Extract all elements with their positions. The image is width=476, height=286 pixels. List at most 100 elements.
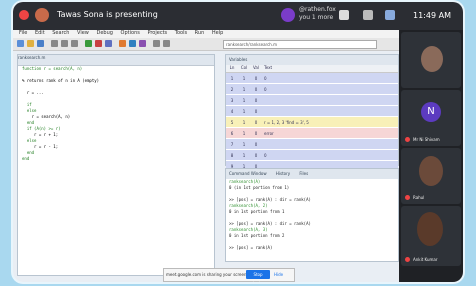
cell-col: 1 <box>242 86 246 92</box>
chat-sender-sub: you 1 more <box>299 14 334 21</box>
participant-tile[interactable]: Ankit Kumar <box>401 206 461 266</box>
cell-val: 0 <box>254 75 258 81</box>
new-file-icon[interactable] <box>17 40 24 47</box>
settings-icon[interactable] <box>163 40 170 47</box>
cell-val: 0 <box>254 119 258 125</box>
screen-share-bar: meet.google.com is sharing your screen S… <box>163 268 295 282</box>
cell-col: 1 <box>242 75 246 81</box>
editor-tab[interactable]: ranksearch.m <box>18 55 214 66</box>
chat-avatar-icon <box>281 8 295 22</box>
cell-col: 1 <box>242 108 246 114</box>
run-icon[interactable] <box>85 40 92 47</box>
clock-time: 11:49 AM <box>413 11 451 20</box>
participant-video <box>417 212 443 246</box>
cell-ln: 3 <box>230 97 234 103</box>
cell-ln: 8 <box>230 152 234 158</box>
copy-icon[interactable] <box>61 40 68 47</box>
tab-command-window[interactable]: Command Window <box>229 171 267 176</box>
code-editor[interactable]: ranksearch.m function r = search(A, n)% … <box>17 54 215 276</box>
microphone-off-icon[interactable] <box>19 10 29 20</box>
table-row[interactable]: 6 1 0 error <box>226 128 398 139</box>
step-icon[interactable] <box>105 40 112 47</box>
cell-ln: 1 <box>230 75 234 81</box>
profile-icon[interactable] <box>139 40 146 47</box>
table-row[interactable]: 8 1 00 <box>226 150 398 161</box>
col-header-text[interactable]: Text <box>262 65 398 72</box>
participants-panel: N Mr Ni Shivam Rahul Ankit Kumar <box>399 30 463 282</box>
table-row[interactable]: 7 1 0 <box>226 139 398 150</box>
menu-file[interactable]: File <box>19 30 27 36</box>
participant-tile[interactable]: Rahul <box>401 148 461 204</box>
breakpoint-icon[interactable] <box>119 40 126 47</box>
table-row[interactable]: 2 1 00 <box>226 84 398 95</box>
participant-video <box>419 156 443 186</box>
open-folder-icon[interactable] <box>27 40 34 47</box>
cell-text: error <box>264 130 274 136</box>
panel-rows: 11002100310410510r = 1, 2, 3 'find = 3',… <box>226 73 398 172</box>
menu-debug[interactable]: Debug <box>97 30 113 36</box>
console-line: >> [pos] = rank(A) <box>229 245 273 250</box>
share-message: meet.google.com is sharing your screen <box>166 272 247 277</box>
debug-icon[interactable] <box>129 40 136 47</box>
menu-edit[interactable]: Edit <box>35 30 45 36</box>
menu-search[interactable]: Search <box>52 30 69 36</box>
tab-history[interactable]: History <box>276 171 290 176</box>
menu-tools[interactable]: Tools <box>175 30 187 36</box>
device-frame: Tawas Sona is presenting @rathen.fox you… <box>13 2 463 282</box>
save-icon[interactable] <box>37 40 44 47</box>
chat-notification[interactable]: @rathen.fox you 1 more <box>299 6 336 22</box>
cut-icon[interactable] <box>51 40 58 47</box>
table-row[interactable]: 4 1 0 <box>226 106 398 117</box>
menu-view[interactable]: View <box>77 30 89 36</box>
col-header-col[interactable]: Col <box>238 65 250 72</box>
grid-view-icon[interactable] <box>339 10 349 20</box>
cell-ln: 4 <box>230 108 234 114</box>
tab-files[interactable]: Files <box>299 171 308 176</box>
hide-button[interactable]: Hide <box>274 272 283 277</box>
cell-ln: 2 <box>230 86 234 92</box>
participant-video <box>421 46 443 72</box>
cell-col: 1 <box>242 119 246 125</box>
participant-name: Rahul <box>413 195 425 200</box>
cell-col: 1 <box>242 130 246 136</box>
code-line[interactable]: end <box>18 156 214 162</box>
panel-column-headers: Ln Col Val Text <box>226 65 398 73</box>
menu-projects[interactable]: Projects <box>147 30 167 36</box>
menu-help[interactable]: Help <box>212 30 223 36</box>
cell-ln: 5 <box>230 119 234 125</box>
raise-hand-icon[interactable] <box>385 10 395 20</box>
ide-toolbar: ranksearch/ranksearch.m <box>13 38 399 51</box>
participant-letter-avatar: N <box>421 102 441 122</box>
cell-text: 0 <box>264 152 267 158</box>
menu-options[interactable]: Options <box>121 30 140 36</box>
cell-col: 1 <box>242 97 246 103</box>
stop-sharing-button[interactable]: Stop sharing <box>246 270 270 282</box>
menu-run[interactable]: Run <box>195 30 205 36</box>
participant-tile[interactable]: N Mr Ni Shivam <box>401 90 461 146</box>
panel-title: Variables <box>226 55 398 65</box>
table-row[interactable]: 1 1 00 <box>226 73 398 84</box>
mic-muted-icon <box>405 195 410 200</box>
table-row[interactable]: 3 1 0 <box>226 95 398 106</box>
table-row[interactable]: 5 1 0 r = 1, 2, 3 'find = 3', 5 <box>226 117 398 128</box>
cell-val: 0 <box>254 152 258 158</box>
paste-icon[interactable] <box>71 40 78 47</box>
mic-muted-icon <box>405 257 410 262</box>
participant-tile[interactable] <box>401 32 461 88</box>
cell-col: 1 <box>242 152 246 158</box>
ide-menubar: File Edit Search View Debug Options Proj… <box>13 30 399 38</box>
col-header-val[interactable]: Val <box>250 65 262 72</box>
path-field[interactable]: ranksearch/ranksearch.m <box>223 40 377 49</box>
meet-presentation-bar: Tawas Sona is presenting @rathen.fox you… <box>13 2 463 30</box>
cell-val: 0 <box>254 141 258 147</box>
cell-text: 0 <box>264 75 267 81</box>
layout-icon[interactable] <box>153 40 160 47</box>
variables-panel: Variables Ln Col Val Text 11002100310410… <box>225 54 399 172</box>
captions-icon[interactable] <box>363 10 373 20</box>
col-header-ln[interactable]: Ln <box>226 65 238 72</box>
presenting-label: Tawas Sona is presenting <box>57 10 158 19</box>
cell-text: r = 1, 2, 3 'find = 3', 5 <box>264 119 309 125</box>
command-console[interactable]: Command Window History Files ranksearch(… <box>225 168 399 262</box>
stop-icon[interactable] <box>95 40 102 47</box>
cell-val: 0 <box>254 97 258 103</box>
